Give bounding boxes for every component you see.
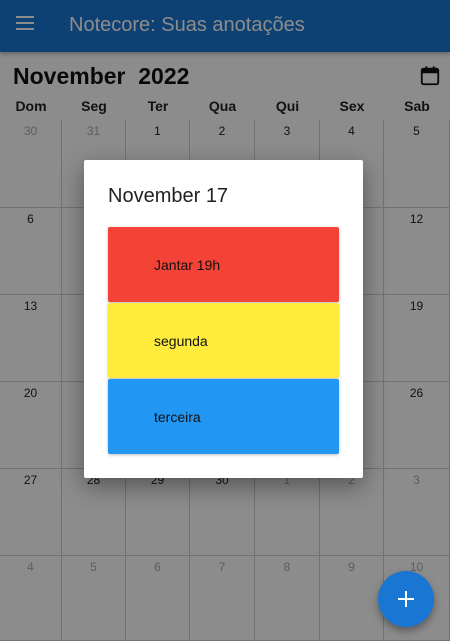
dialog-title: November 17 xyxy=(108,185,229,207)
note-label: segunda xyxy=(154,333,208,349)
note-card[interactable]: Jantar 19h xyxy=(108,227,339,302)
note-label: terceira xyxy=(154,409,201,425)
note-card[interactable]: segunda xyxy=(108,303,339,378)
add-note-button[interactable] xyxy=(378,571,434,627)
day-notes-dialog: November 17 Jantar 19h segunda terceira xyxy=(84,160,363,478)
add-icon xyxy=(398,591,414,607)
note-card[interactable]: terceira xyxy=(108,379,339,454)
note-label: Jantar 19h xyxy=(154,257,221,273)
